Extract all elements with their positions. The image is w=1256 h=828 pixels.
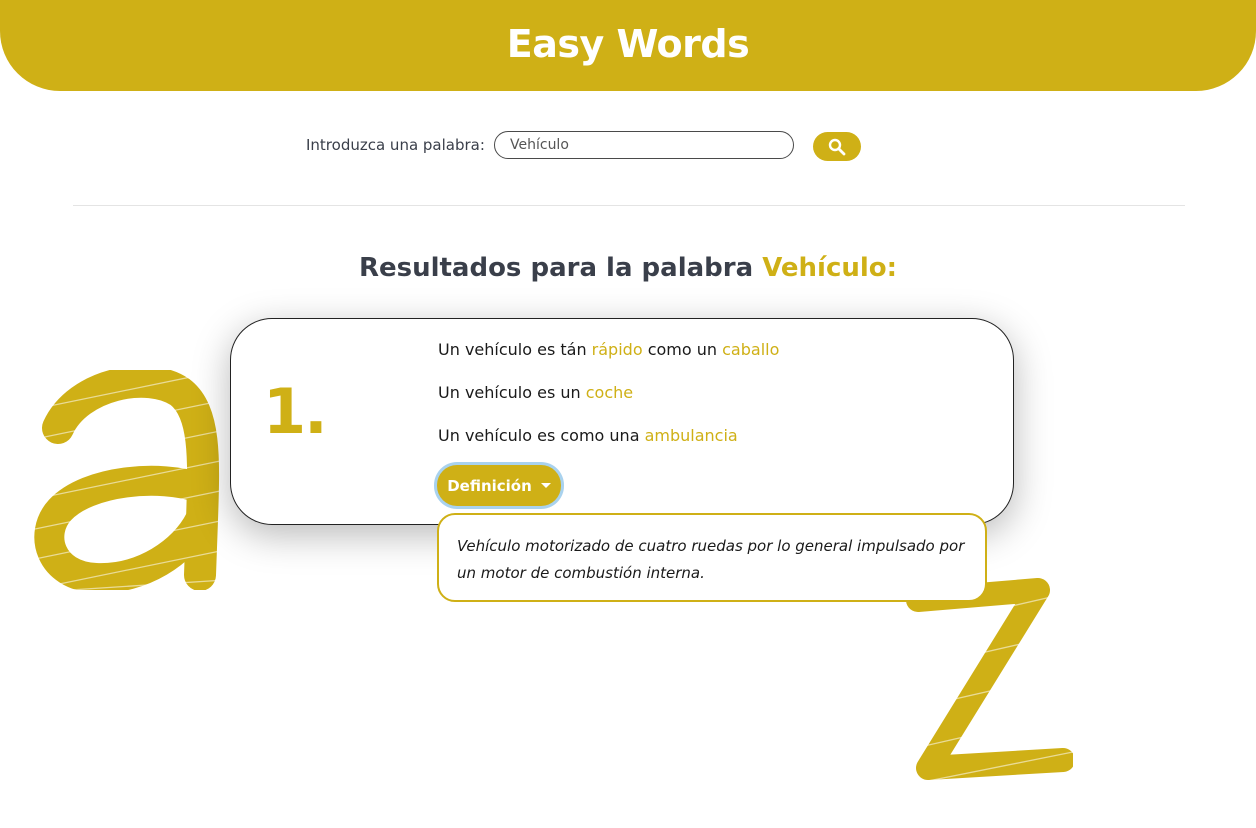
app-header: Easy Words — [0, 0, 1256, 91]
definition-dropdown-button[interactable]: Definición — [437, 465, 561, 506]
search-bar: Introduzca una palabra: — [0, 131, 1256, 161]
highlighted-word: caballo — [722, 340, 780, 359]
letter-a-decoration — [30, 370, 225, 590]
highlighted-word: coche — [585, 383, 634, 402]
result-card: 1. Un vehículo es tán rápido como un cab… — [230, 318, 1014, 525]
search-button[interactable] — [813, 132, 861, 161]
letter-z-decoration — [898, 578, 1073, 787]
results-heading: Resultados para la palabra Vehículo: — [0, 253, 1256, 283]
example-text: Un vehículo es un — [438, 383, 581, 402]
results-heading-prefix: Resultados para la palabra — [358, 253, 754, 283]
result-number: 1. — [263, 375, 328, 448]
example-sentence: Un vehículo es como una ambulancia — [438, 426, 779, 469]
definition-text: Vehículo motorizado de cuatro ruedas por… — [457, 537, 965, 582]
highlighted-word: ambulancia — [644, 426, 738, 445]
results-heading-word: Vehículo: — [762, 253, 898, 283]
search-label: Introduzca una palabra: — [306, 136, 485, 154]
highlighted-word: rápido — [591, 340, 643, 359]
search-icon — [828, 138, 846, 155]
example-list: Un vehículo es tán rápido como un caball… — [438, 340, 779, 469]
example-text: Un vehículo es como una — [438, 426, 640, 445]
example-sentence: Un vehículo es tán rápido como un caball… — [438, 340, 779, 383]
app-title: Easy Words — [506, 21, 750, 66]
example-text: Un vehículo es tán — [438, 340, 587, 359]
example-text: como un — [647, 340, 718, 359]
caret-down-icon — [540, 483, 551, 488]
example-sentence: Un vehículo es un coche — [438, 383, 779, 426]
divider — [73, 205, 1185, 206]
definition-dropdown: Vehículo motorizado de cuatro ruedas por… — [437, 513, 987, 602]
definition-button-label: Definición — [447, 476, 532, 495]
search-input[interactable] — [494, 131, 794, 159]
